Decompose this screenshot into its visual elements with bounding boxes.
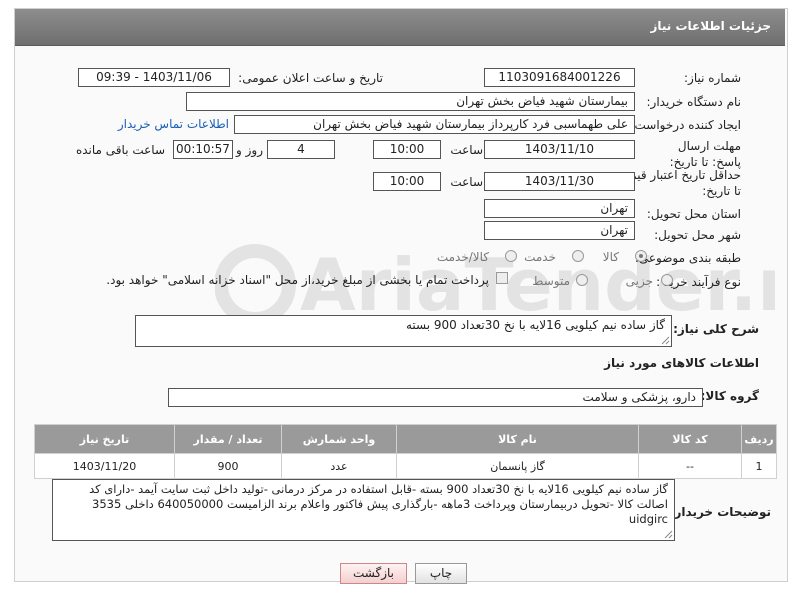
col-date: تاریخ نیاز <box>34 424 175 454</box>
category-label: طبقه بندی موضوعی: <box>634 251 741 265</box>
delivery-province-label: استان محل تحویل: <box>646 207 741 221</box>
goods-group-field: دارو، پزشکی و سلامت <box>168 388 703 407</box>
goods-info-title: اطلاعات کالاهای مورد نیاز <box>604 356 759 370</box>
deadline-time-field: 10:00 <box>373 140 441 159</box>
panel-header: جزئیات اطلاعات نیاز <box>15 9 785 46</box>
cell-name: گاز پانسمان <box>396 453 639 479</box>
back-button[interactable]: بازگشت <box>340 563 407 584</box>
col-qty: تعداد / مقدار <box>174 424 282 454</box>
buyer-notes-line-1: گاز ساده نیم کیلویی 16لایه با نخ 30تعداد… <box>89 482 668 496</box>
deadline-date-field: 1403/11/10 <box>484 140 635 159</box>
col-unit: واحد شمارش <box>281 424 397 454</box>
cell-qty: 900 <box>174 453 282 479</box>
category-goods-label: کالا <box>602 250 619 264</box>
request-creator-label: ایجاد کننده درخواست: <box>630 118 741 132</box>
purchase-medium-label: متوسط <box>532 274 570 288</box>
category-service-radio[interactable] <box>572 250 584 262</box>
remaining-time-label: ساعت باقی مانده <box>75 143 165 157</box>
table-header-row: ردیف کد کالا نام کالا واحد شمارش تعداد /… <box>34 424 777 454</box>
resize-grip-icon[interactable] <box>663 529 673 539</box>
purchase-minor-label: جزیی <box>625 274 653 288</box>
delivery-city-label: شهر محل تحویل: <box>654 228 741 242</box>
table-row: 1 -- گاز پانسمان عدد 900 1403/11/20 <box>34 453 777 479</box>
remaining-time-field: 00:10:57 <box>173 140 233 159</box>
print-button[interactable]: چاپ <box>415 563 467 584</box>
purchase-medium-radio[interactable] <box>576 274 588 286</box>
need-number-label: شماره نیاز: <box>684 71 741 85</box>
page-title: جزئیات اطلاعات نیاز <box>650 19 771 33</box>
treasury-payment-checkbox[interactable] <box>496 272 508 284</box>
days-label: روز و <box>236 143 263 157</box>
category-goods-radio[interactable] <box>635 250 647 262</box>
buyer-contact-link[interactable]: اطلاعات تماس خریدار <box>118 117 229 131</box>
price-validity-date-field: 1403/11/30 <box>484 172 635 191</box>
description-text: گاز ساده نیم کیلویی 16لایه با نخ 30تعداد… <box>405 318 665 332</box>
buyer-org-field: بیمارستان شهید فیاض بخش تهران <box>186 92 635 111</box>
cell-date: 1403/11/20 <box>34 453 175 479</box>
resize-grip-icon[interactable] <box>660 335 670 345</box>
goods-table: ردیف کد کالا نام کالا واحد شمارش تعداد /… <box>34 424 777 479</box>
announce-datetime-label: تاریخ و ساعت اعلان عمومی: <box>238 71 383 85</box>
purchase-minor-radio[interactable] <box>661 274 673 286</box>
cell-code: -- <box>638 453 742 479</box>
need-number-field: 1103091684001226 <box>484 68 635 87</box>
delivery-city-field: تهران <box>484 221 635 240</box>
col-code: کد کالا <box>638 424 742 454</box>
description-label: شرح کلی نیاز: <box>673 322 759 336</box>
col-name: نام کالا <box>396 424 639 454</box>
buyer-notes-label: توضیحات خریدار: <box>669 505 771 519</box>
col-row: ردیف <box>741 424 777 454</box>
announce-datetime-field: 1403/11/06 - 09:39 <box>78 68 230 87</box>
buyer-notes-line-2: اصالت کالا -تحویل دربیمارستان وپرداخت 3م… <box>92 497 668 526</box>
delivery-province-field: تهران <box>484 199 635 218</box>
goods-group-label: گروه کالا: <box>700 389 759 403</box>
treasury-payment-note: پرداخت تمام یا بخشی از مبلغ خرید،از محل … <box>106 273 489 287</box>
deadline-label: مهلت ارسال پاسخ: تا تاریخ: <box>669 139 741 169</box>
cell-row: 1 <box>741 453 777 479</box>
buyer-notes-textarea[interactable]: گاز ساده نیم کیلویی 16لایه با نخ 30تعداد… <box>52 479 675 541</box>
deadline-time-label: ساعت <box>450 143 483 157</box>
buyer-org-label: نام دستگاه خریدار: <box>646 95 742 109</box>
request-creator-field: علی طهماسبی فرد کارپرداز بیمارستان شهید … <box>234 115 635 134</box>
category-goods-service-radio[interactable] <box>505 250 517 262</box>
description-textarea[interactable]: گاز ساده نیم کیلویی 16لایه با نخ 30تعداد… <box>135 315 672 347</box>
cell-unit: عدد <box>281 453 397 479</box>
price-validity-time-label: ساعت <box>450 175 483 189</box>
remaining-days-field: 4 <box>267 140 335 159</box>
category-service-label: خدمت <box>524 250 556 264</box>
price-validity-time-field: 10:00 <box>373 172 441 191</box>
category-goods-service-label: کالا/خدمت <box>436 250 489 264</box>
